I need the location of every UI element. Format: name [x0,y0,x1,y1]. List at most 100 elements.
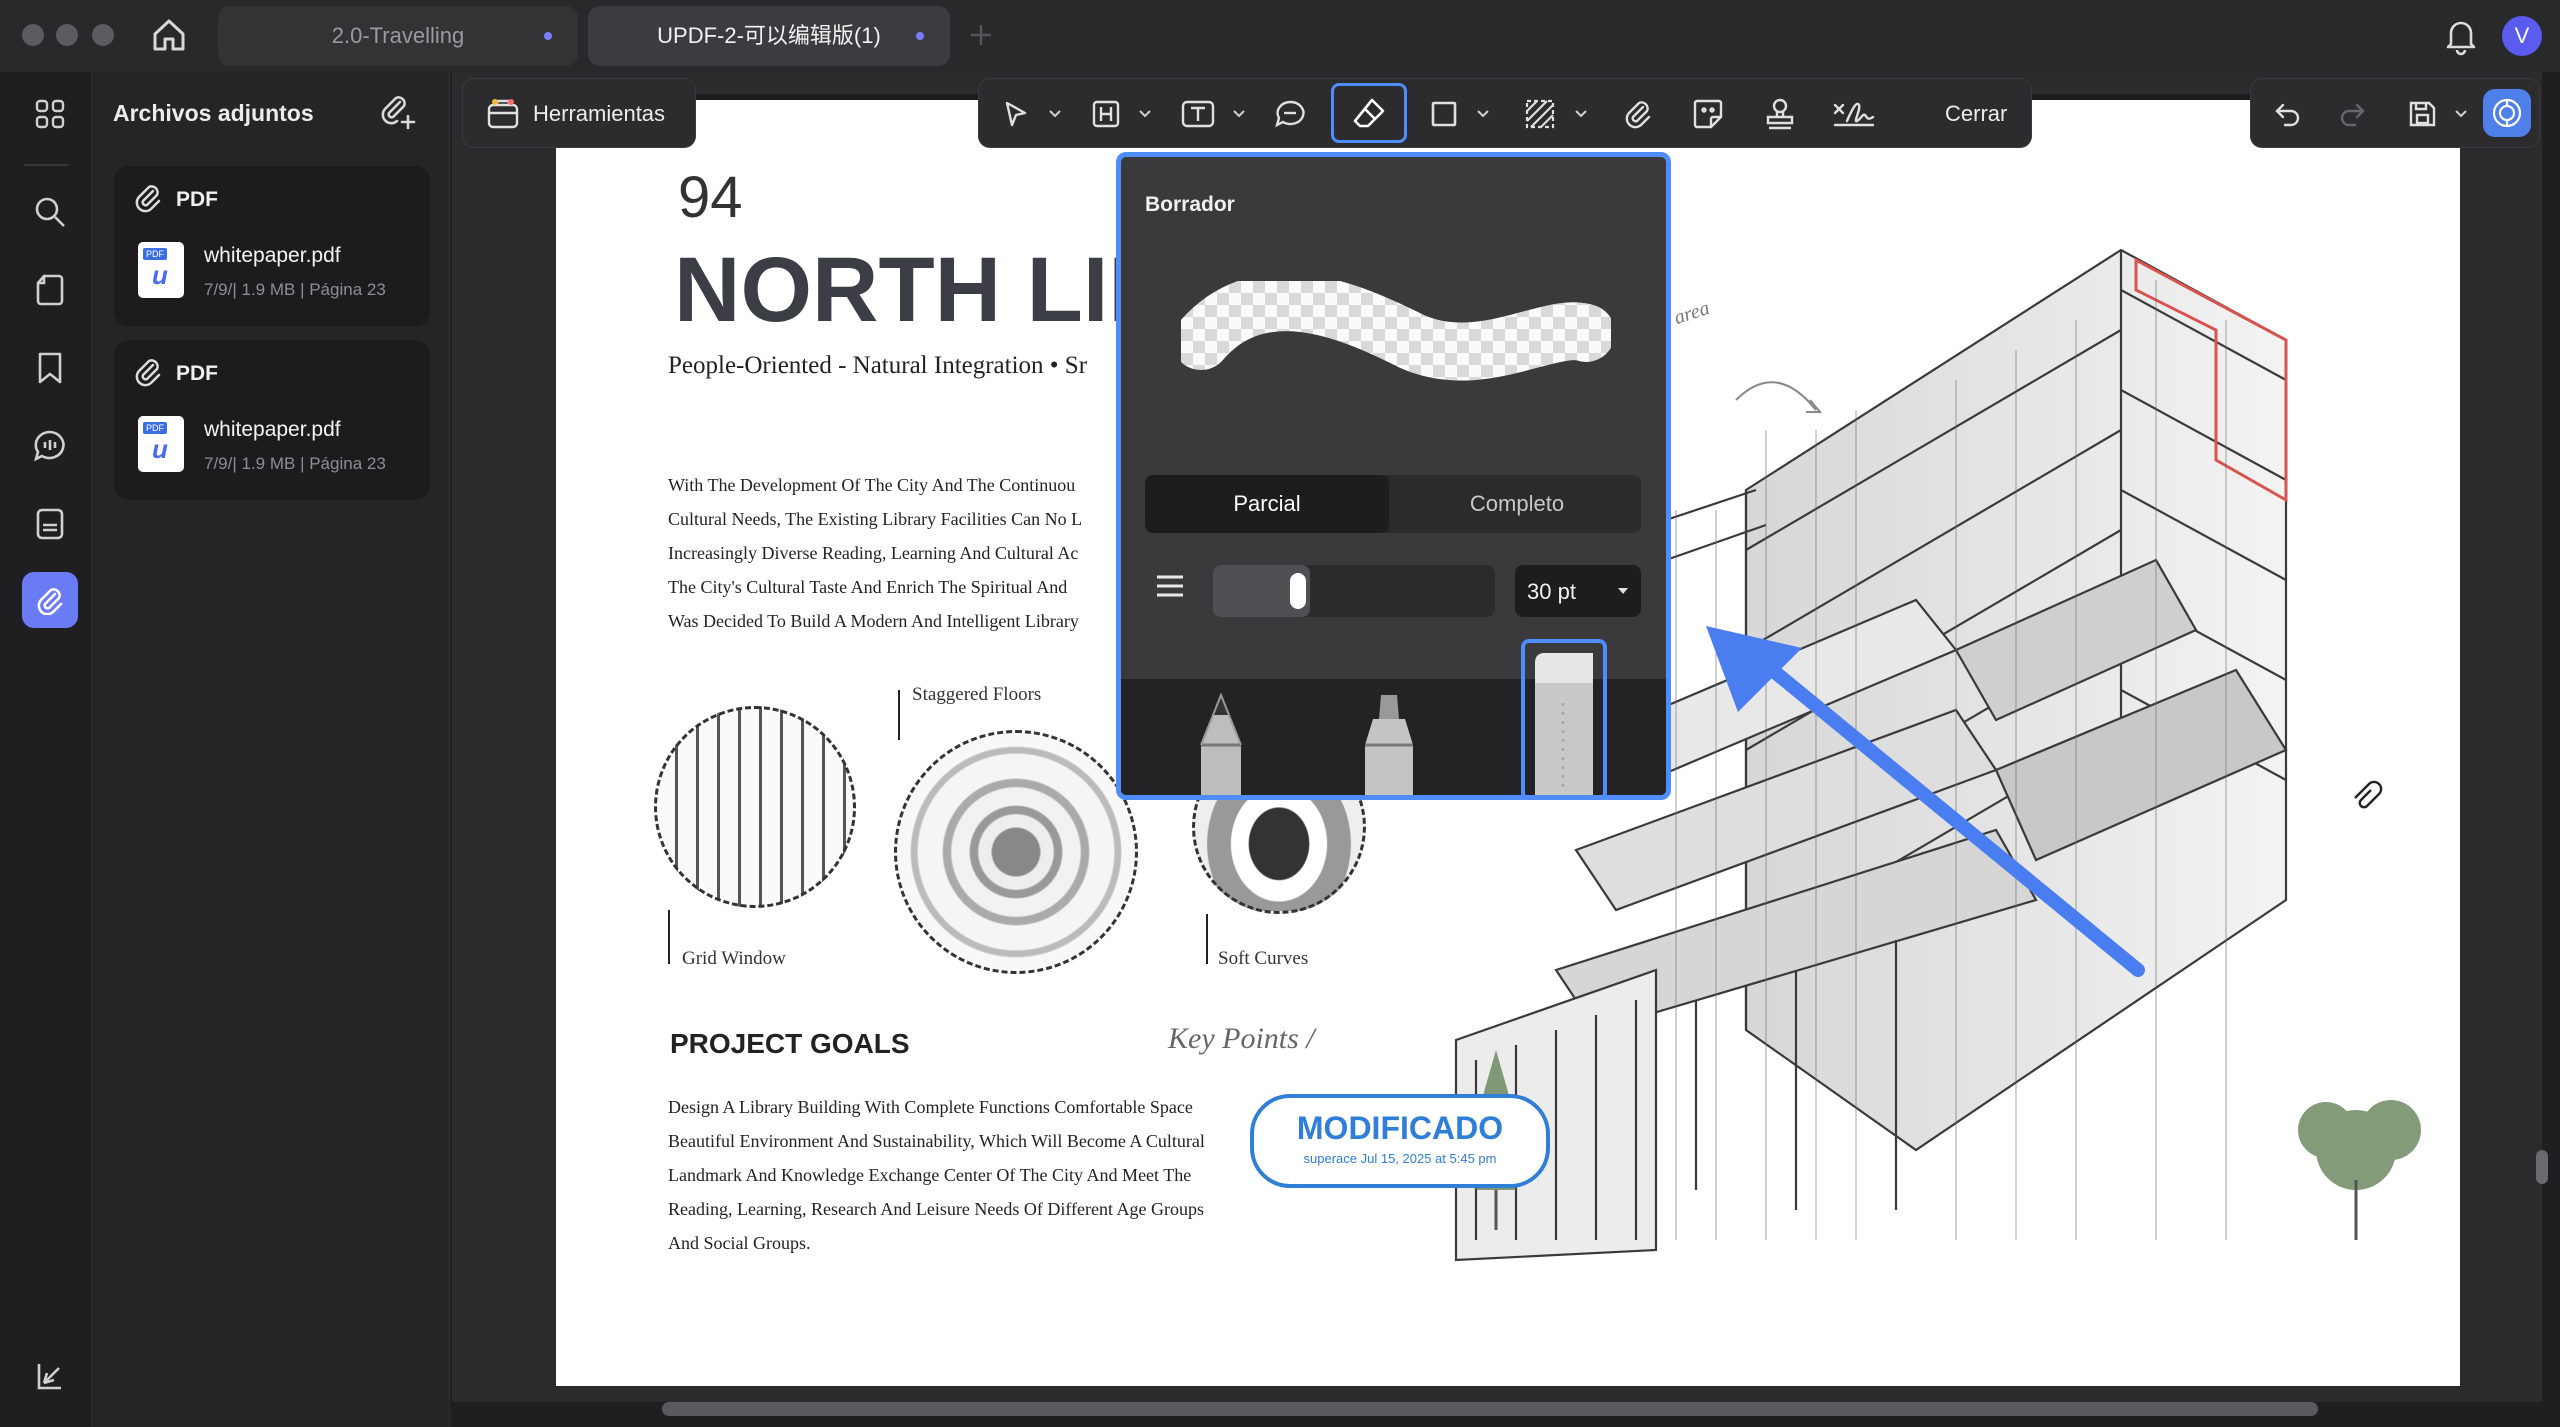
rail-search[interactable] [22,184,78,240]
rail-pages[interactable] [22,262,78,318]
annotation-toolbar: Cerrar [978,78,2032,148]
save-icon [2406,98,2438,130]
mode-complete-button[interactable]: Completo [1393,475,1641,533]
comment-icon [33,429,67,463]
minimize-window-icon[interactable] [56,24,78,46]
scan-icon [34,507,66,541]
rail-bookmarks[interactable] [22,340,78,396]
goals-paragraph: Design A Library Building With Complete … [668,1090,1205,1260]
size-value: 30 pt [1527,579,1576,604]
sticker-icon [1691,97,1725,131]
blue-arrow-annotation[interactable] [1690,620,2150,980]
pdf-file-icon: PDF u [138,242,184,298]
zoom-window-icon[interactable] [92,24,114,46]
page-number: 94 [678,165,743,230]
stamp-tool[interactable] [1757,91,1803,137]
goals-heading: PROJECT GOALS [670,1028,910,1059]
intro-line: Increasingly Diverse Reading, Learning A… [668,543,1079,563]
paperclip-icon [132,182,164,214]
close-annotation-button[interactable]: Cerrar [1945,101,2007,127]
left-rail [0,72,92,1427]
comment-bubble-icon [1273,98,1307,130]
attachment-meta: 7/9/| 1.9 MB | Página 23 [204,280,386,299]
tab-updf-active[interactable]: UPDF-2-可以编辑版(1) [588,6,950,66]
pencil-eraser-icon[interactable] [1195,693,1247,795]
rail-more[interactable] [22,1348,78,1404]
eraser-style-tray [1121,639,1666,795]
eraser-popup-title: Borrador [1145,193,1235,216]
unsaved-dot [544,32,552,40]
hatch-icon [1523,97,1557,131]
eraser-tool-active[interactable] [1331,83,1407,143]
rail-comments[interactable] [22,418,78,474]
avatar[interactable]: V [2502,16,2542,56]
rail-apps[interactable] [22,86,78,142]
highlight-tool[interactable] [1083,91,1129,137]
paperclip-icon [132,356,164,388]
ai-assistant-icon [2490,96,2524,130]
chevron-down-icon[interactable] [1233,110,1245,118]
tab-label: 2.0-Travelling [331,23,465,48]
area-highlight-tool[interactable] [1517,91,1563,137]
intro-paragraph: With The Development Of The City And The… [668,468,1082,638]
chevron-down-icon[interactable] [1575,110,1587,118]
staggered-floors-photo [894,730,1138,974]
mode-partial-button[interactable]: Parcial [1145,475,1389,533]
home-icon[interactable] [150,16,188,54]
attachment-card[interactable]: PDF PDF u whitepaper.pdf 7/9/| 1.9 MB | P… [114,340,430,500]
page-subheading: People-Oriented - Natural Integration • … [668,352,1088,379]
attachment-filename: whitepaper.pdf [204,418,341,441]
rail-scan[interactable] [22,496,78,552]
stamp-icon [1763,97,1797,131]
intro-line: With The Development Of The City And The… [668,475,1076,495]
key-points-script: Key Points / [1168,1022,1315,1055]
attachment-card[interactable]: PDF PDF u whitepaper.pdf 7/9/| 1.9 MB | P… [114,166,430,326]
chevron-down-icon[interactable] [1477,110,1489,118]
tab-travelling[interactable]: 2.0-Travelling [218,6,578,66]
paperclip-icon [35,585,65,615]
comment-tool[interactable] [1267,91,1313,137]
block-eraser-selected[interactable] [1521,639,1607,795]
paperclip-icon [1622,98,1654,130]
chevron-down-icon[interactable] [1139,110,1151,118]
rail-attachments-active[interactable] [22,572,78,628]
chevron-down-icon[interactable] [2455,110,2467,118]
signature-tool[interactable] [1831,91,1877,137]
marker-eraser-icon[interactable] [1359,693,1419,795]
save-button[interactable] [2399,91,2445,137]
undo-button[interactable] [2265,91,2311,137]
vertical-scrollbar[interactable] [2536,1150,2548,1184]
search-icon [33,195,67,229]
sticker-tool[interactable] [1685,91,1731,137]
shape-tool[interactable] [1421,91,1467,137]
cursor-icon [1001,99,1031,129]
new-tab-icon[interactable] [968,22,994,48]
caret-down-icon [1617,587,1629,595]
label-staggered-floors: Staggered Floors [912,684,1042,705]
eraser-size-dropdown[interactable]: 30 pt [1515,565,1641,617]
grid-window-photo [654,706,856,908]
goals-line: Reading, Learning, Research And Leisure … [668,1199,1205,1219]
redo-button[interactable] [2329,91,2375,137]
stamp-title: MODIFICADO [1296,1110,1504,1146]
attachment-type: PDF [176,188,218,211]
attach-tool[interactable] [1615,91,1661,137]
modificado-stamp[interactable]: MODIFICADO superace Jul 15, 2025 at 5:45… [1250,1094,1550,1188]
ai-assistant-button[interactable] [2483,89,2531,137]
close-window-icon[interactable] [22,24,44,46]
bell-icon[interactable] [2442,16,2480,56]
add-attachment-icon[interactable] [378,92,418,132]
select-tool[interactable] [993,91,1039,137]
app-window: 2.0-Travelling UPDF-2-可以编辑版(1) V Archivo… [0,0,2560,1427]
slider-thumb[interactable] [1290,573,1306,609]
chevron-down-icon[interactable] [1049,110,1061,118]
pdf-file-icon: PDF u [138,416,184,472]
avatar-letter: V [2514,23,2530,48]
attachment-type: PDF [176,362,218,385]
tools-button[interactable]: Herramientas [462,78,696,148]
text-tool[interactable] [1175,91,1221,137]
callout-line [898,690,900,740]
horizontal-scrollbar[interactable] [662,1402,2318,1416]
eraser-size-slider[interactable] [1213,565,1495,617]
page-heading: NORTH LIB [674,239,1175,341]
